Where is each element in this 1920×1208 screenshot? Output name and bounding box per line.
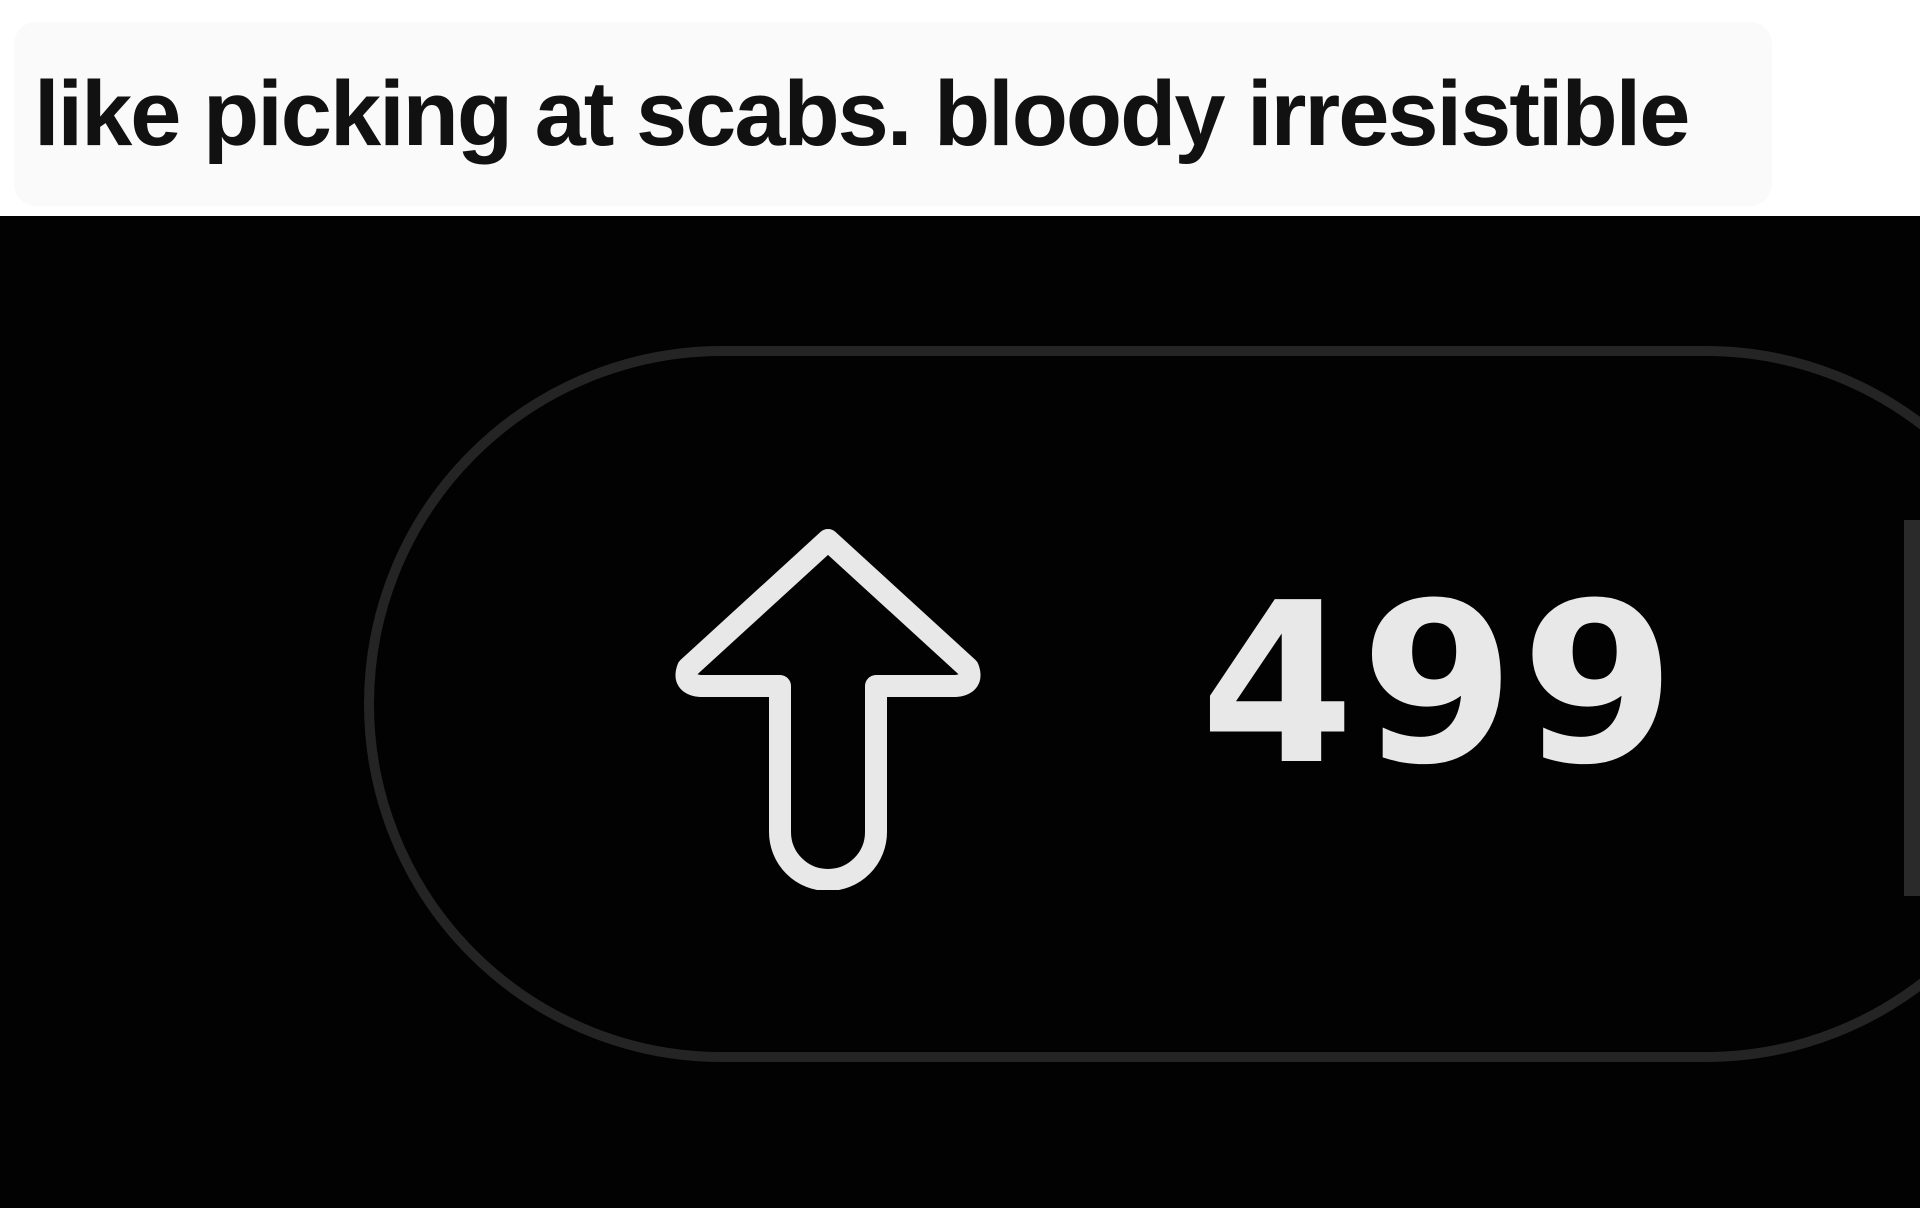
vote-pill (364, 346, 1920, 1062)
pill-divider (1904, 520, 1920, 896)
caption-box: like picking at scabs. bloody irresistib… (14, 22, 1772, 206)
caption-text: like picking at scabs. bloody irresistib… (34, 62, 1690, 165)
vote-count: 499 (1200, 556, 1682, 814)
screenshot-crop: 499 (0, 216, 1920, 1208)
upvote-arrow-icon[interactable] (662, 518, 994, 890)
